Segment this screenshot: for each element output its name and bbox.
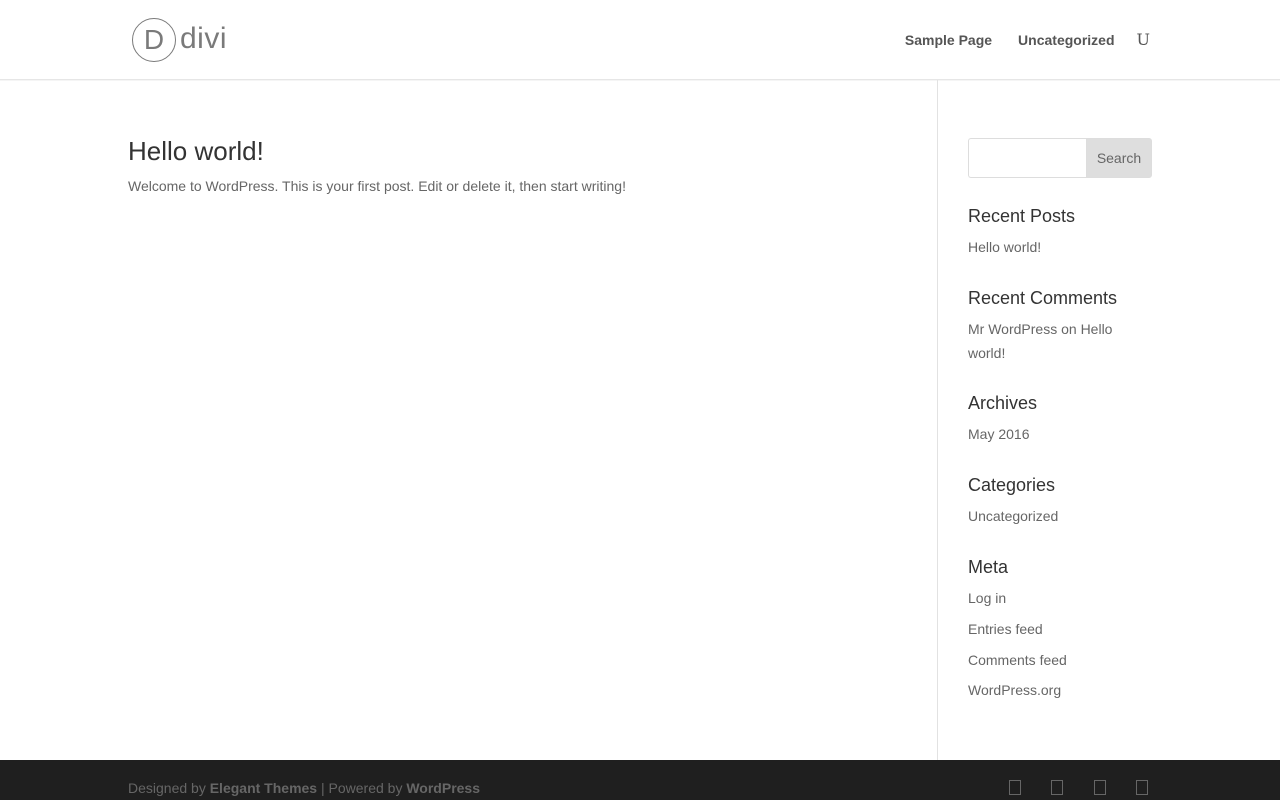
post-title[interactable]: Hello world! xyxy=(128,136,264,166)
site-header: D divi Sample Page Uncategorized U xyxy=(0,0,1280,80)
search-button[interactable]: Search xyxy=(1086,138,1152,178)
archives-title: Archives xyxy=(968,393,1038,413)
designed-by-text: Designed by xyxy=(128,780,206,796)
meta-link-entries-feed[interactable]: Entries feed xyxy=(968,617,1043,641)
meta-title: Meta xyxy=(968,557,1009,577)
archive-link-may-2016[interactable]: May 2016 xyxy=(968,422,1029,446)
comment-author-link[interactable]: Mr WordPress xyxy=(968,321,1057,337)
meta-link-comments-feed[interactable]: Comments feed xyxy=(968,648,1067,672)
logo-word: divi xyxy=(180,22,228,55)
google-plus-icon[interactable] xyxy=(1094,780,1106,795)
category-link-uncategorized[interactable]: Uncategorized xyxy=(968,504,1058,528)
nav-link-uncategorized[interactable]: Uncategorized xyxy=(1018,31,1114,49)
elegant-themes-link[interactable]: Elegant Themes xyxy=(210,780,317,796)
nav-link-sample-page[interactable]: Sample Page xyxy=(905,31,992,49)
sidebar-divider xyxy=(937,80,938,760)
post-excerpt: Welcome to WordPress. This is your first… xyxy=(128,178,626,194)
wordpress-link[interactable]: WordPress xyxy=(406,780,480,796)
main-content: Hello world! Welcome to WordPress. This … xyxy=(128,80,938,760)
recent-comment-item: Mr WordPress on Hello world! xyxy=(968,317,1138,365)
recent-comments-title: Recent Comments xyxy=(968,288,1118,308)
logo-mark: D xyxy=(132,18,176,62)
main-nav: Sample Page Uncategorized U xyxy=(879,31,1150,49)
site-footer: Designed by Elegant Themes | Powered by … xyxy=(0,760,1280,800)
search-form: Search xyxy=(968,138,1152,178)
facebook-icon[interactable] xyxy=(1009,780,1021,795)
meta-link-log-in[interactable]: Log in xyxy=(968,586,1006,610)
recent-posts-title: Recent Posts xyxy=(968,206,1076,226)
footer-credits: Designed by Elegant Themes | Powered by … xyxy=(128,779,480,797)
search-input[interactable] xyxy=(968,138,1086,178)
meta-link-wordpress-org[interactable]: WordPress.org xyxy=(968,678,1061,702)
comment-connector: on xyxy=(1061,321,1077,337)
powered-by-text: | Powered by xyxy=(320,780,403,796)
recent-post-link[interactable]: Hello world! xyxy=(968,235,1041,259)
rss-icon[interactable] xyxy=(1136,780,1148,795)
search-icon[interactable]: U xyxy=(1137,31,1150,49)
twitter-icon[interactable] xyxy=(1051,780,1063,795)
divi-logo[interactable]: D divi xyxy=(132,18,227,62)
categories-title: Categories xyxy=(968,475,1056,495)
